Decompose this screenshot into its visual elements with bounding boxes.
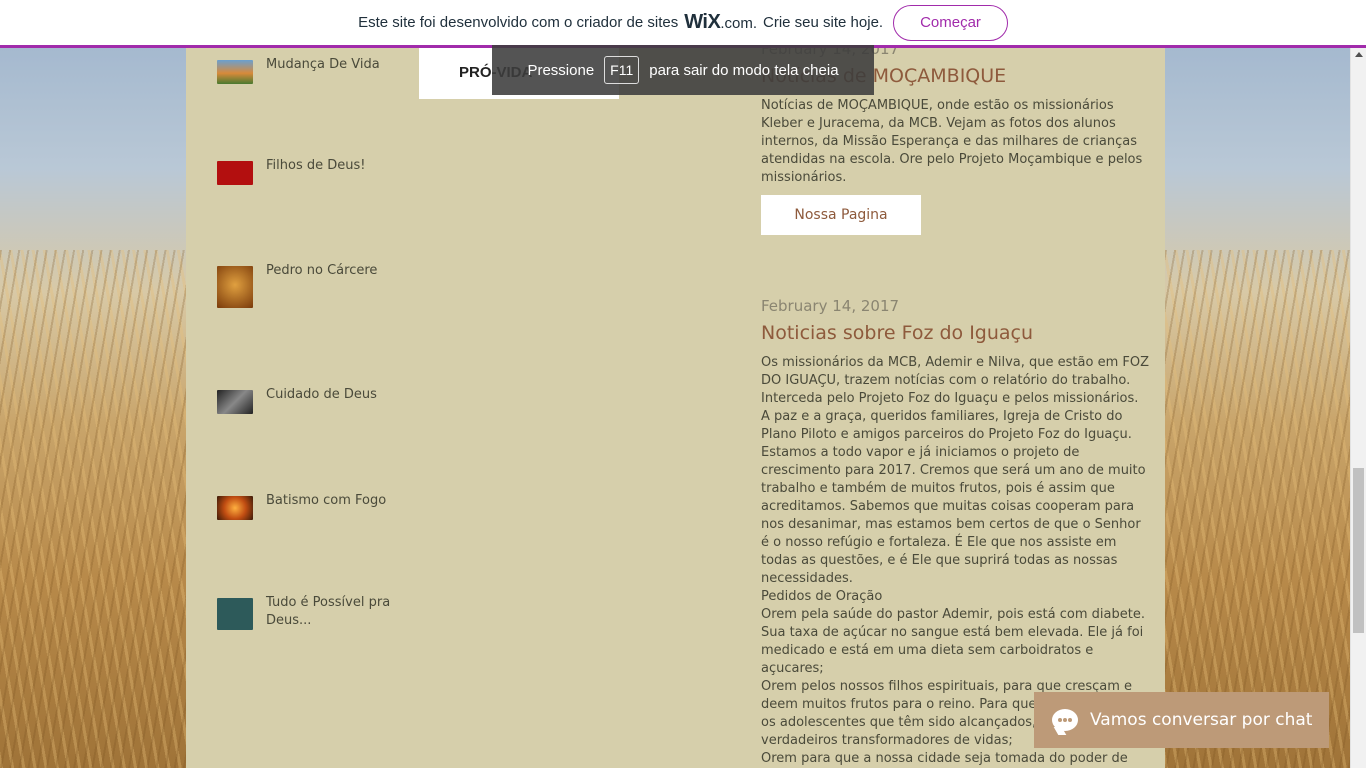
scrollbar-thumb[interactable] <box>1353 468 1364 633</box>
wix-banner-cta-text: Crie seu site hoje. <box>763 14 884 31</box>
background-wheat-left <box>0 250 186 768</box>
post-thumbnail[interactable] <box>217 390 253 414</box>
background-wheat-right <box>1165 250 1350 768</box>
post-title[interactable]: Filhos de Deus! <box>266 157 365 185</box>
wix-ad-banner: Este site foi desenvolvido com o criador… <box>0 0 1366 48</box>
page-scrollbar[interactable] <box>1350 48 1366 768</box>
post-date: February 14, 2017 <box>761 297 900 315</box>
sidebar-post-item[interactable]: Mudança De Vida <box>217 57 397 84</box>
wix-logo-suffix: .com. <box>720 15 758 32</box>
post-thumbnail[interactable] <box>217 60 253 84</box>
post-title[interactable]: Mudança De Vida <box>266 56 380 84</box>
post-title[interactable]: Batismo com Fogo <box>266 492 386 520</box>
post-thumbnail[interactable] <box>217 161 253 185</box>
fullscreen-hint-message: para sair do modo tela cheia <box>649 61 839 79</box>
sidebar-post-item[interactable]: Filhos de Deus! <box>217 158 397 185</box>
post-heading[interactable]: Noticias sobre Foz do Iguaçu <box>761 322 1151 344</box>
scroll-up-icon[interactable] <box>1355 52 1363 57</box>
sidebar-post-item[interactable]: Cuidado de Deus <box>217 387 397 414</box>
wix-logo[interactable]: WiX.com. <box>684 11 757 34</box>
f11-key-badge: F11 <box>604 56 640 84</box>
sidebar-post-item[interactable]: Pedro no Cárcere <box>217 263 397 308</box>
post-thumbnail[interactable] <box>217 266 253 308</box>
page-content: Mudança De Vida Filhos de Deus! Pedro no… <box>186 40 1165 768</box>
chat-button[interactable]: Vamos conversar por chat <box>1034 692 1329 748</box>
chat-bubble-icon <box>1052 709 1078 731</box>
fullscreen-hint-press: Pressione <box>527 61 595 79</box>
post-title[interactable]: Pedro no Cárcere <box>266 262 377 308</box>
start-button[interactable]: Começar <box>893 4 1008 41</box>
post-title[interactable]: Cuidado de Deus <box>266 386 377 414</box>
sidebar-post-item[interactable]: Tudo é Possível pra Deus... <box>217 595 397 630</box>
post-body: Notícias de MOÇAMBIQUE, onde estão os mi… <box>761 98 1143 185</box>
nossa-pagina-button[interactable]: Nossa Pagina <box>761 195 921 235</box>
post-thumbnail[interactable] <box>217 598 253 630</box>
chat-label: Vamos conversar por chat <box>1090 710 1313 730</box>
post-thumbnail[interactable] <box>217 496 253 520</box>
wix-banner-text: Este site foi desenvolvido com o criador… <box>358 14 679 31</box>
sidebar-post-item[interactable]: Batismo com Fogo <box>217 493 397 520</box>
wix-logo-text: WiX <box>684 11 721 33</box>
fullscreen-exit-hint: Pressione F11 para sair do modo tela che… <box>492 45 874 95</box>
post-title[interactable]: Tudo é Possível pra Deus... <box>266 594 397 630</box>
